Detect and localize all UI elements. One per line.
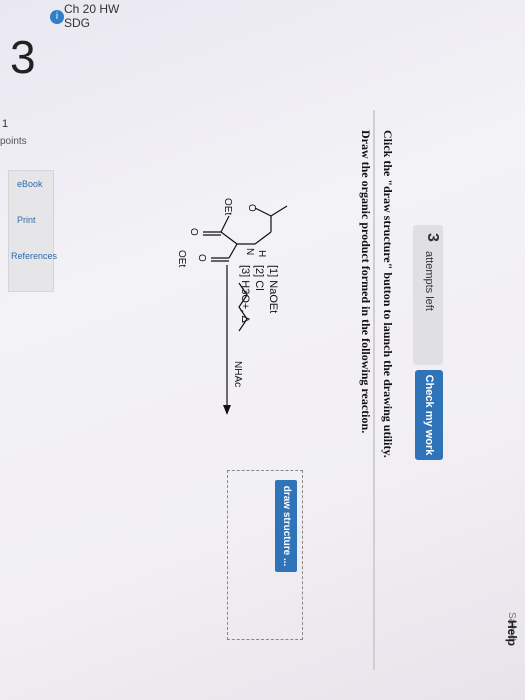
sidebar: eBook Print References xyxy=(8,170,57,292)
bond xyxy=(228,243,238,259)
points-value: 1 xyxy=(2,118,9,130)
atom-o-carbonyl: O xyxy=(188,228,199,236)
atom-n: N xyxy=(244,248,255,255)
instruction-line-1: Click the "draw structure" button to lau… xyxy=(381,130,395,458)
alkyl-chain xyxy=(238,282,248,332)
reagent-1: [1] NaOEt xyxy=(267,265,279,314)
group-oet-bottom: OEt xyxy=(176,250,187,267)
instruction-line-2: Draw the organic product formed in the f… xyxy=(359,130,373,434)
substituent-label: NHAc xyxy=(232,361,243,387)
reagent-2: [2] Cl xyxy=(253,265,265,291)
help-link[interactable]: Help xyxy=(505,620,519,646)
left-rail: Ch 20 HW SDG i 3 1 points eBook Print Re… xyxy=(0,0,120,700)
bond xyxy=(254,207,272,217)
header-divider xyxy=(373,110,375,670)
question-number: 3 xyxy=(10,31,36,83)
sidebar-item-print[interactable]: Print xyxy=(17,215,36,225)
bond xyxy=(254,231,272,245)
sidebar-item-ebook[interactable]: eBook xyxy=(17,179,43,189)
bond xyxy=(270,205,288,217)
reactant-structure: H N O O OEt O OEt xyxy=(176,198,288,267)
atom-o-top: O xyxy=(246,204,257,212)
arrow-head xyxy=(223,405,231,415)
assignment-title: Ch 20 HW SDG xyxy=(64,2,120,30)
bond xyxy=(220,215,230,233)
draw-structure-button[interactable]: draw structure ... xyxy=(275,480,297,572)
atom-o-left: O xyxy=(196,254,207,262)
bond xyxy=(220,231,238,245)
atom-h: H xyxy=(256,250,267,257)
attempts-indicator: 3 attempts left xyxy=(413,225,443,365)
group-oet-top: OEt xyxy=(222,198,233,215)
attempts-label: attempts left xyxy=(423,251,435,311)
attempts-count: 3 xyxy=(424,233,441,242)
sidebar-item-references[interactable]: References xyxy=(11,251,57,261)
info-badge[interactable]: i xyxy=(50,10,64,24)
reaction-arrow: NHAc xyxy=(223,265,248,415)
points-label: points xyxy=(0,136,27,147)
check-my-work-button[interactable]: Check my work xyxy=(415,370,443,460)
